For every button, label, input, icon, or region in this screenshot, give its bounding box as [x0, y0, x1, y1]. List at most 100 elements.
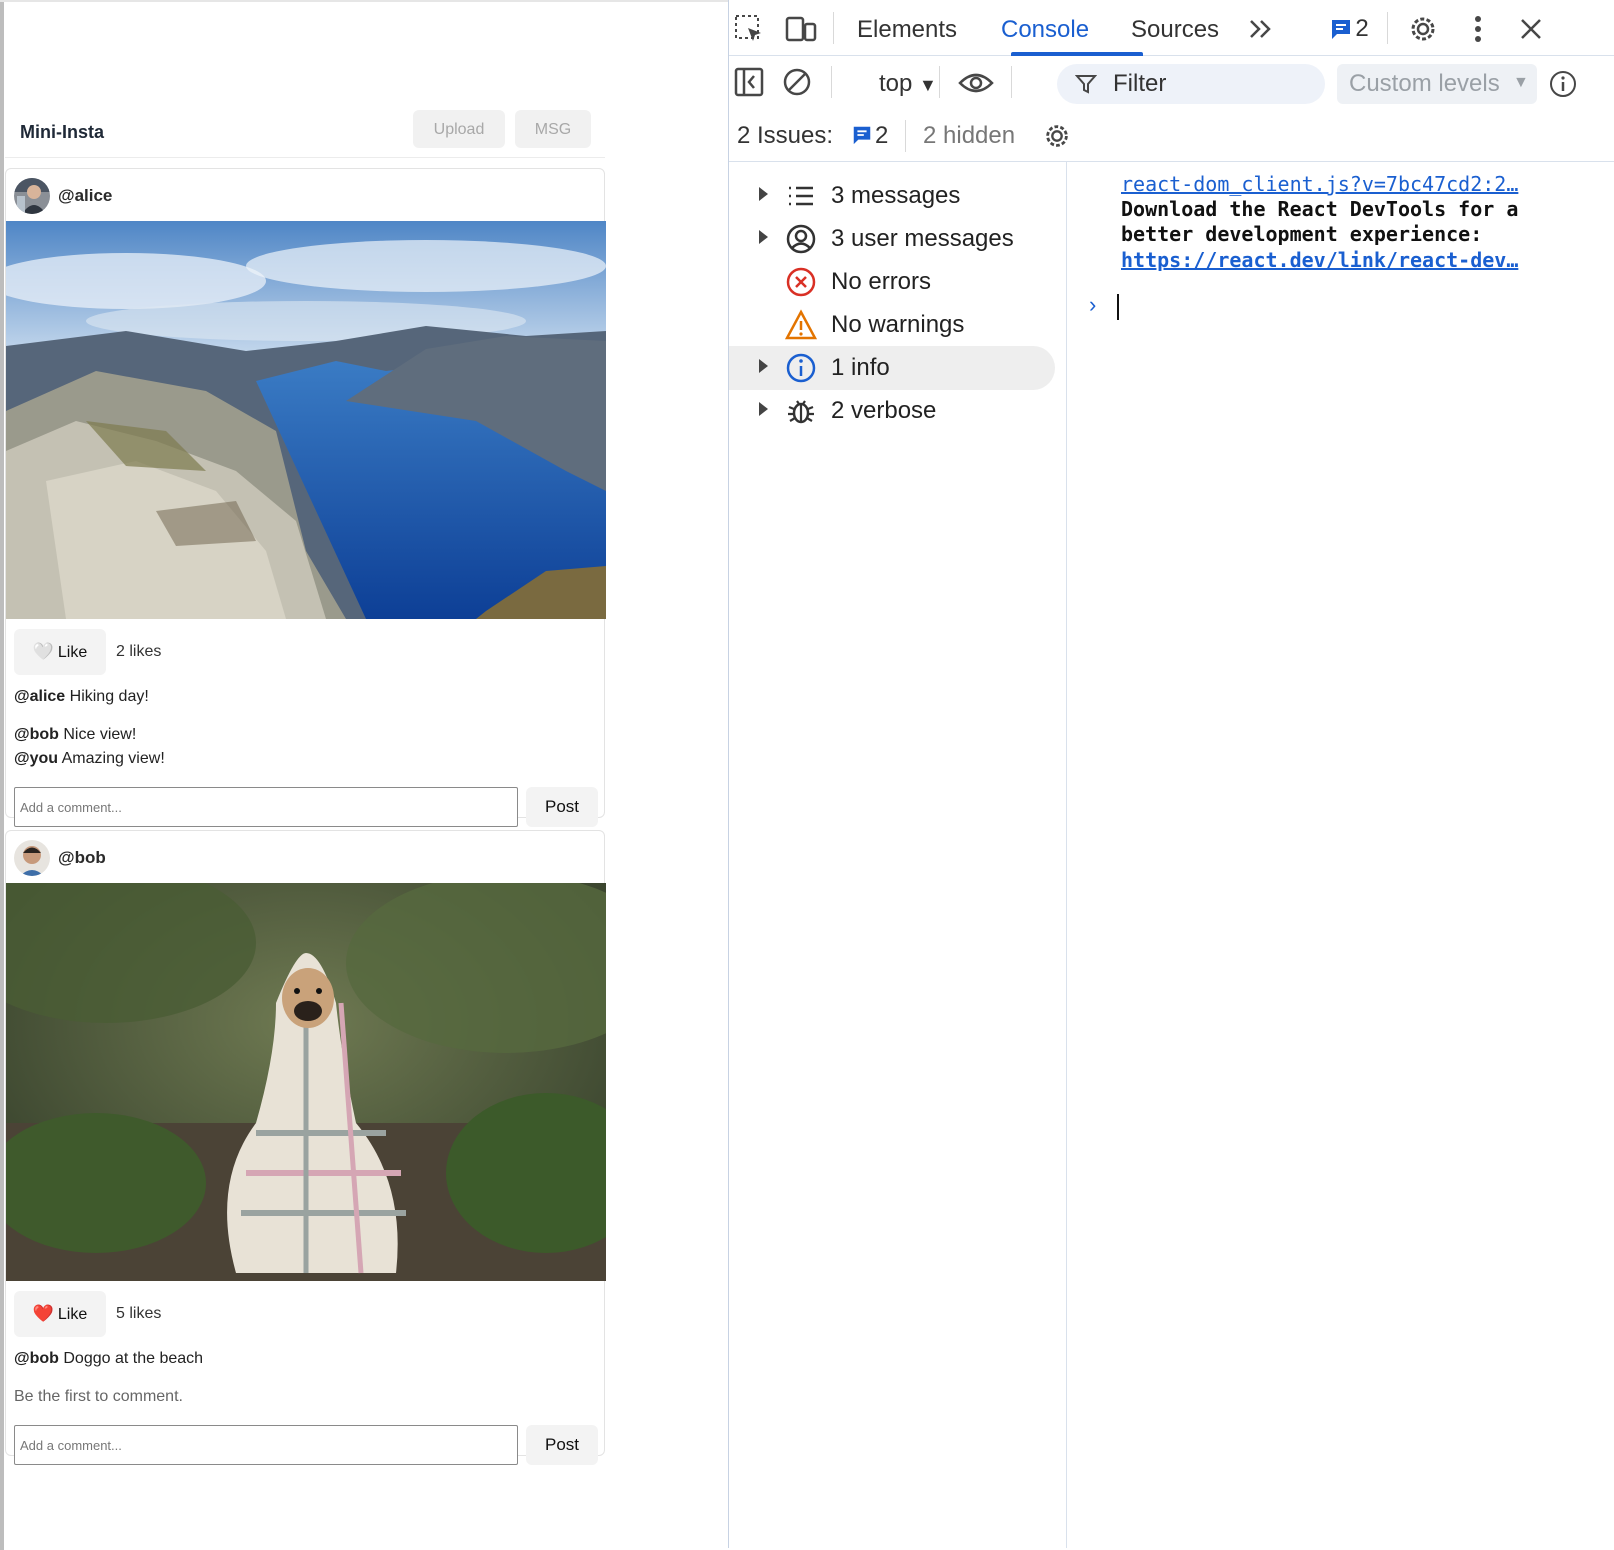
devtools-panel: Elements Console Sources 2 top ▼ Filter …	[728, 0, 1614, 1548]
tab-sources[interactable]: Sources	[1131, 16, 1219, 44]
sidebar-item-messages[interactable]: 3 messages	[729, 174, 1055, 218]
devtools-tabbar: Elements Console Sources 2	[729, 0, 1614, 56]
heart-outline-icon: 🤍	[32, 642, 54, 661]
inspect-element-icon[interactable]	[729, 12, 769, 46]
heart-filled-icon: ❤️	[32, 1304, 54, 1323]
post-comment-button[interactable]: Post	[526, 1425, 598, 1465]
message-icon	[853, 126, 871, 145]
sidebar-item-info[interactable]: 1 info	[729, 346, 1055, 390]
post-image-pug[interactable]	[6, 883, 606, 1281]
caption-user[interactable]: @bob	[14, 1350, 59, 1367]
comment-input[interactable]	[14, 787, 518, 827]
sidebar-label: No errors	[831, 268, 932, 295]
comment-text: Nice view!	[58, 726, 137, 743]
issues-bar: 2 Issues: 2 2 hidden	[729, 112, 1614, 162]
device-toolbar-icon[interactable]	[781, 12, 821, 46]
caption-user[interactable]: @alice	[14, 688, 65, 705]
upload-button[interactable]: Upload	[413, 110, 505, 148]
post-actions: 🤍 Like 2 likes	[6, 619, 604, 679]
sidebar-label: No warnings	[831, 311, 965, 338]
issues-hidden[interactable]: 2 hidden	[923, 122, 1015, 150]
window-edge	[0, 2, 4, 1550]
issues-badge[interactable]: 2	[1325, 14, 1373, 44]
like-label: Like	[57, 644, 88, 661]
info-icon	[786, 353, 816, 383]
sidebar-label: 1 info	[831, 354, 890, 381]
msg-button[interactable]: MSG	[515, 110, 591, 148]
post-caption: @bob Doggo at the beach	[6, 1341, 604, 1371]
sidebar-item-user-messages[interactable]: 3 user messages	[729, 217, 1055, 261]
context-selector[interactable]: top ▼	[879, 70, 937, 98]
issues-count[interactable]: 2	[875, 122, 888, 150]
tab-console[interactable]: Console	[1001, 16, 1089, 44]
app-viewport: Mini-Insta Upload MSG @alice 🤍 Like 2 li…	[0, 0, 728, 1550]
post-username[interactable]: @bob	[58, 848, 106, 868]
likes-count: 5 likes	[116, 1305, 162, 1322]
warning-icon	[785, 309, 817, 340]
post-header: @bob	[6, 831, 604, 883]
issues-badge-count: 2	[1355, 15, 1369, 42]
dropdown-arrow-icon: ▼	[1513, 74, 1529, 91]
avatar[interactable]	[14, 840, 50, 876]
error-icon	[786, 267, 816, 297]
expand-arrow-icon[interactable]	[759, 402, 768, 416]
info-icon[interactable]	[1545, 66, 1581, 102]
sidebar-item-errors[interactable]: No errors	[729, 260, 1055, 304]
list-icon	[789, 186, 813, 206]
log-levels-dropdown[interactable]: Custom levels ▼	[1337, 64, 1537, 104]
like-label: Like	[57, 1306, 88, 1323]
app-logo: Mini-Insta	[20, 122, 104, 142]
post-username[interactable]: @alice	[58, 186, 112, 206]
live-expression-eye-icon[interactable]	[955, 64, 997, 102]
user-icon	[786, 224, 816, 254]
settings-gear-icon[interactable]	[1405, 12, 1441, 46]
more-tabs-chevron-icon[interactable]	[1243, 14, 1279, 44]
expand-arrow-icon[interactable]	[759, 187, 768, 201]
expand-arrow-icon[interactable]	[759, 359, 768, 373]
message-icon	[1332, 20, 1351, 39]
console-output: react-dom_client.js?v=7bc47cd2:2… Downlo…	[1067, 162, 1614, 1548]
post-image-fjord[interactable]	[6, 221, 606, 619]
bug-icon	[788, 400, 814, 424]
divider	[1387, 12, 1388, 44]
comment-input[interactable]	[14, 1425, 518, 1465]
comment-item: @you Amazing view!	[14, 747, 596, 771]
sidebar-label: 3 user messages	[831, 225, 1014, 252]
caption-text: Hiking day!	[65, 688, 149, 705]
log-levels-label: Custom levels	[1349, 70, 1500, 97]
console-input-caret[interactable]	[1117, 294, 1119, 320]
sidebar-item-warnings[interactable]: No warnings	[729, 303, 1055, 347]
sidebar-item-verbose[interactable]: 2 verbose	[729, 389, 1055, 433]
filter-icon	[1075, 75, 1097, 94]
message-source-link[interactable]: react-dom_client.js?v=7bc47cd2:2…	[1121, 172, 1518, 196]
divider	[831, 66, 832, 98]
expand-arrow-icon[interactable]	[759, 230, 768, 244]
divider	[833, 12, 834, 44]
divider	[1011, 66, 1012, 98]
issues-settings-gear-icon[interactable]	[1039, 118, 1075, 154]
filter-input[interactable]: Filter	[1057, 64, 1325, 104]
sidebar-toggle-icon[interactable]	[729, 64, 769, 100]
post-comment-button[interactable]: Post	[526, 787, 598, 827]
comment-user[interactable]: @bob	[14, 726, 59, 743]
console-sidebar: 3 messages 3 user messages No errors No …	[729, 162, 1067, 1548]
comment-user[interactable]: @you	[14, 750, 58, 767]
empty-comments-message: Be the first to comment.	[14, 1388, 183, 1405]
comment-text: Amazing view!	[58, 750, 165, 767]
likes-count: 2 likes	[116, 643, 162, 660]
filter-placeholder: Filter	[1113, 70, 1167, 97]
caption-text: Doggo at the beach	[58, 1350, 204, 1367]
more-options-icon[interactable]	[1463, 12, 1493, 46]
like-button[interactable]: ❤️ Like	[14, 1291, 106, 1337]
sidebar-label: 3 messages	[831, 182, 961, 209]
message-url-link[interactable]: https://react.dev/link/react-dev…	[1121, 248, 1518, 272]
dropdown-arrow-icon: ▼	[919, 75, 937, 95]
close-icon[interactable]	[1513, 12, 1549, 46]
message-text-line: Download the React DevTools for a	[1121, 197, 1519, 221]
clear-console-icon[interactable]	[777, 64, 817, 100]
avatar[interactable]	[14, 178, 50, 214]
tab-elements[interactable]: Elements	[857, 16, 957, 44]
like-button[interactable]: 🤍 Like	[14, 629, 106, 675]
post-card: @bob ❤️ Like 5 likes @bob Doggo at the b…	[5, 830, 606, 1465]
comment-list: @bob Nice view! @you Amazing view!	[6, 709, 604, 771]
